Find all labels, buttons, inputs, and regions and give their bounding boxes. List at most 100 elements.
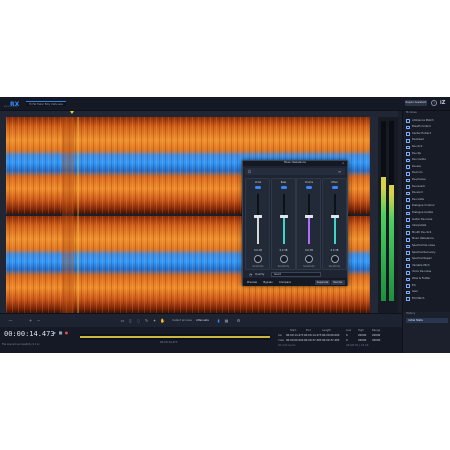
module-item[interactable]: Interpolate [405, 224, 449, 230]
playhead-marker[interactable] [70, 111, 74, 114]
band-gain-slider[interactable] [279, 194, 288, 244]
band-toggle[interactable] [280, 186, 287, 189]
band-gain-handle[interactable] [254, 215, 262, 218]
wand-icon[interactable]: ✦ [152, 318, 157, 323]
module-item[interactable]: Center Extract [405, 131, 449, 137]
module-item[interactable]: EQ Match [405, 296, 449, 302]
hand-icon[interactable]: ✋ [160, 318, 165, 323]
module-item[interactable]: Gain [405, 290, 449, 296]
view-range[interactable]: 20000 [372, 339, 380, 343]
module-item[interactable]: De-rustle [405, 197, 449, 203]
sel-start[interactable]: 00:00:14.473 [286, 334, 303, 338]
module-item[interactable]: Ambience Match [405, 118, 449, 124]
quality-select[interactable]: Good [271, 272, 321, 277]
module-item[interactable]: De-wind [405, 191, 449, 197]
sel-end[interactable]: 00:00:14.473 [304, 334, 321, 338]
selection-info: Start End Length Low High Range Sel 00:0… [276, 329, 400, 349]
band-toggle[interactable] [255, 186, 261, 189]
band-gain-value[interactable]: 0.0 dB [272, 249, 296, 252]
sensitivity-knob-icon[interactable] [330, 255, 339, 263]
separate-button[interactable]: Separate [315, 279, 330, 285]
zoom-out-icon[interactable]: − [36, 318, 41, 323]
band-gain-handle[interactable] [305, 215, 313, 218]
file-tab[interactable]: Hi Fat Take! Billy Cafe.wav [26, 101, 67, 106]
band-gain-slider[interactable] [254, 194, 262, 244]
module-item[interactable]: Music Rebalance [405, 237, 449, 243]
band-gain-handle[interactable] [279, 215, 288, 218]
module-item[interactable]: De-click [405, 144, 449, 150]
module-item[interactable]: De-reverb [405, 184, 449, 190]
view-start[interactable]: 00:00:00.000 [286, 339, 303, 343]
band-toggle[interactable] [331, 186, 338, 189]
stop-icon[interactable]: ■ [58, 330, 63, 335]
module-item[interactable]: EQ [405, 283, 449, 289]
quality-label: Quality [255, 272, 265, 276]
eq-match-icon [406, 297, 410, 302]
sel-length[interactable]: 00:00:00.000 [322, 334, 339, 338]
record-icon[interactable]: ● [64, 330, 69, 335]
zoom-in-icon[interactable]: + [28, 318, 33, 323]
module-label: Music Rebalance [412, 237, 434, 241]
history-item[interactable]: Initial State [406, 318, 448, 323]
module-item[interactable]: Breath Control [405, 125, 449, 131]
module-label: De-reverb [412, 184, 425, 188]
time-select-icon[interactable]: ▭ [120, 318, 125, 323]
module-item[interactable]: De-bleed [405, 138, 449, 144]
waveform-view-icon[interactable]: ▮ [216, 318, 221, 323]
band-gain-slider[interactable] [305, 194, 313, 244]
view-low[interactable]: 0 [346, 339, 348, 343]
band-gain-value[interactable]: 0.0 dB [297, 249, 321, 252]
sel-low[interactable]: 0 [346, 334, 348, 338]
view-high[interactable]: 20000 [358, 339, 366, 343]
spectrogram-view-icon[interactable]: ▦ [224, 318, 229, 323]
module-item[interactable]: De-crackle [405, 158, 449, 164]
band-gain-slider[interactable] [330, 194, 339, 244]
module-item[interactable]: Mouth De-click [405, 230, 449, 236]
instant-process-mode[interactable]: Attenuate [196, 319, 209, 323]
module-item[interactable]: Guitar De-noise [405, 217, 449, 223]
izotope-icon[interactable]: iZ [440, 100, 447, 106]
repair-assistant-button[interactable]: Repair Assistant [405, 100, 427, 106]
help-icon[interactable]: ? [431, 100, 437, 106]
compare-button[interactable]: Compare [277, 280, 293, 285]
module-item[interactable]: Variable Pitch [405, 263, 449, 269]
band-gain-value[interactable]: 0.0 dB [246, 249, 270, 252]
module-item[interactable]: Spectral Repair [405, 257, 449, 263]
band-toggle[interactable] [306, 186, 312, 189]
close-icon[interactable]: × [342, 162, 345, 165]
module-item[interactable]: De-plosive [405, 177, 449, 183]
module-item[interactable]: Spectral De-noise [405, 243, 449, 249]
view-row-label: View [278, 339, 285, 342]
band-gain-value[interactable]: 0.0 dB [323, 249, 347, 252]
lasso-icon[interactable]: ◌ [136, 318, 141, 323]
module-item[interactable]: De-ess [405, 164, 449, 170]
module-item[interactable]: De-hum [405, 171, 449, 177]
sensitivity-knob-icon[interactable] [279, 255, 288, 263]
module-item[interactable]: Spectral Recovery [405, 250, 449, 256]
view-length[interactable]: 00:00:37.483 [322, 339, 339, 343]
power-icon[interactable]: ⏻ [247, 169, 252, 174]
sensitivity-knob-icon[interactable] [305, 255, 313, 263]
module-item[interactable]: De-clip [405, 151, 449, 157]
module-item[interactable]: Dialogue Contour [405, 204, 449, 210]
sel-range[interactable]: 20000 [372, 334, 380, 338]
sel-high[interactable]: 20000 [358, 334, 366, 338]
zoom-slider-icon[interactable]: — [8, 318, 13, 323]
quality-knob-icon[interactable]: ◔ [248, 272, 253, 277]
sensitivity-knob-icon[interactable] [254, 255, 262, 263]
play-icon[interactable]: ▶ [52, 330, 57, 335]
waveform-overview[interactable] [80, 334, 270, 340]
settings-icon[interactable]: ⚙ [236, 318, 241, 323]
preset-menu-icon[interactable]: ≡ [337, 169, 342, 174]
brush-icon[interactable]: ✎ [144, 318, 149, 323]
view-end[interactable]: 00:00:37.483 [304, 339, 321, 343]
band-gain-handle[interactable] [330, 215, 339, 218]
dialog-title-bar[interactable]: Music Rebalance × [243, 161, 347, 166]
preview-button[interactable]: Preview [245, 280, 259, 285]
module-item[interactable]: Dialogue Isolate [405, 210, 449, 216]
module-item[interactable]: Wow & Flutter [405, 276, 449, 282]
freq-select-icon[interactable]: ▯ [128, 318, 133, 323]
module-item[interactable]: Voice De-noise [405, 270, 449, 276]
render-button[interactable]: Render [331, 279, 345, 285]
bypass-button[interactable]: Bypass [261, 280, 275, 285]
